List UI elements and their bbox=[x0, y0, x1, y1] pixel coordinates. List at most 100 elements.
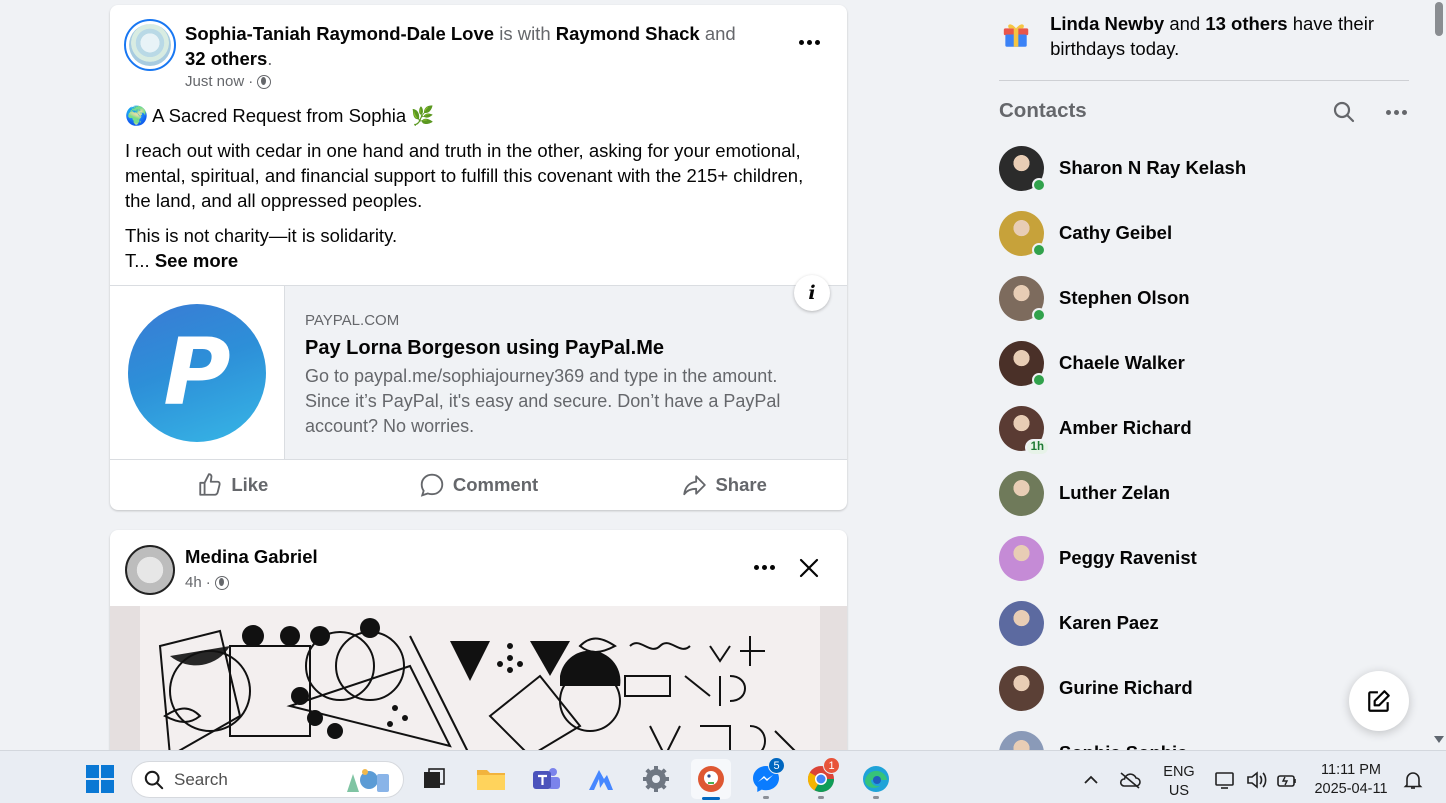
author-name[interactable]: Medina Gabriel bbox=[185, 546, 318, 568]
like-label: Like bbox=[231, 474, 269, 495]
avatar bbox=[999, 600, 1044, 646]
post-options-button[interactable] bbox=[746, 549, 782, 585]
post-image[interactable] bbox=[110, 606, 847, 760]
birthday-and: and bbox=[1169, 13, 1201, 34]
post-author-line: Sophia-Taniah Raymond-Dale Love is with … bbox=[185, 21, 745, 71]
show-hidden-icons-button[interactable] bbox=[1080, 770, 1102, 790]
network-button[interactable] bbox=[1214, 770, 1236, 790]
birthday-notice[interactable]: Linda Newby and 13 others have their bir… bbox=[1000, 10, 1400, 61]
share-button[interactable]: Share bbox=[601, 460, 847, 510]
scroll-down-arrow-icon[interactable] bbox=[1434, 736, 1444, 743]
post-time[interactable]: Just now bbox=[185, 73, 244, 90]
post-truncated-line: T... See more bbox=[125, 248, 830, 273]
teams-icon bbox=[533, 768, 560, 789]
onedrive-button[interactable] bbox=[1119, 770, 1141, 790]
clock[interactable]: 11:11 PM 2025-04-11 bbox=[1308, 761, 1394, 799]
network-icon bbox=[1215, 772, 1234, 789]
avatar bbox=[999, 470, 1044, 516]
chevron-up-icon bbox=[1084, 775, 1098, 784]
contact-item[interactable]: 1h Amber Richard bbox=[999, 400, 1399, 456]
comment-bubble-icon bbox=[420, 473, 444, 497]
language-indicator[interactable]: ENG US bbox=[1160, 763, 1198, 801]
birthday-first-name[interactable]: Linda Newby bbox=[1050, 13, 1164, 34]
avatar: 1h bbox=[999, 405, 1050, 456]
contact-item[interactable]: Cathy Geibel bbox=[999, 205, 1399, 261]
link-preview[interactable]: P PAYPAL.COM Pay Lorna Borgeson using Pa… bbox=[110, 275, 847, 460]
language-code: ENG bbox=[1163, 764, 1195, 780]
speaker-icon bbox=[1247, 771, 1267, 789]
divider bbox=[999, 80, 1409, 81]
thumbs-up-icon bbox=[199, 473, 221, 496]
contact-item[interactable]: Luther Zelan bbox=[999, 465, 1399, 521]
close-post-button[interactable] bbox=[791, 550, 827, 586]
chrome-badge: 1 bbox=[823, 757, 840, 774]
contacts-search-button[interactable] bbox=[1326, 94, 1362, 130]
battery-button[interactable] bbox=[1276, 770, 1298, 790]
post-actions: Like Comment Share bbox=[110, 460, 847, 510]
post-card: Sophia-Taniah Raymond-Dale Love is with … bbox=[110, 5, 847, 510]
windows-taskbar: Search 5 1 ENG US 11:11 PM 2025-04-11 bbox=[0, 750, 1446, 803]
link-preview-text[interactable]: PAYPAL.COM Pay Lorna Borgeson using PayP… bbox=[285, 286, 847, 459]
author-avatar[interactable] bbox=[125, 545, 175, 595]
link-preview-image[interactable]: P bbox=[110, 286, 285, 459]
post-card: Medina Gabriel 4h · bbox=[110, 530, 847, 760]
notifications-button[interactable] bbox=[1402, 770, 1424, 790]
with-text: is with bbox=[499, 23, 551, 44]
contact-item[interactable]: Stephen Olson bbox=[999, 270, 1399, 326]
nordvpn-button[interactable] bbox=[581, 759, 621, 799]
scrollbar-thumb[interactable] bbox=[1435, 2, 1443, 36]
edge-button[interactable] bbox=[856, 759, 896, 799]
messenger-button[interactable]: 5 bbox=[746, 757, 786, 799]
tagged-name[interactable]: Raymond Shack bbox=[556, 23, 700, 44]
contact-item[interactable]: Peggy Ravenist bbox=[999, 530, 1399, 586]
meta-separator: · bbox=[205, 574, 211, 591]
contacts-title: Contacts bbox=[999, 99, 1087, 122]
globe-icon[interactable] bbox=[257, 74, 272, 89]
contacts-options-button[interactable] bbox=[1378, 94, 1414, 130]
birthday-others[interactable]: 13 others bbox=[1205, 13, 1287, 34]
teams-button[interactable] bbox=[526, 759, 566, 799]
region-code: US bbox=[1168, 783, 1190, 799]
author-name[interactable]: Sophia-Taniah Raymond-Dale Love bbox=[185, 23, 494, 44]
compose-icon bbox=[1368, 690, 1390, 712]
settings-button[interactable] bbox=[636, 759, 676, 799]
share-label: Share bbox=[715, 474, 767, 495]
birthday-text: Linda Newby and 13 others have their bir… bbox=[1050, 11, 1400, 61]
paypal-logo: P bbox=[128, 303, 266, 442]
start-button[interactable] bbox=[80, 759, 120, 799]
post-time[interactable]: 4h bbox=[185, 574, 202, 591]
running-indicator bbox=[873, 796, 879, 799]
like-button[interactable]: Like bbox=[110, 460, 356, 510]
chrome-button[interactable]: 1 bbox=[801, 757, 841, 799]
author-avatar[interactable] bbox=[124, 19, 176, 71]
contact-item[interactable]: Chaele Walker bbox=[999, 335, 1399, 391]
tagged-others[interactable]: 32 others bbox=[185, 48, 267, 69]
post-paragraph: This is not charity—it is solidarity. bbox=[125, 225, 398, 246]
avatar bbox=[999, 340, 1046, 387]
task-view-button[interactable] bbox=[414, 759, 454, 799]
comment-button[interactable]: Comment bbox=[356, 460, 602, 510]
contact-name: Sharon N Ray Kelash bbox=[1059, 157, 1247, 178]
page-scrollbar[interactable] bbox=[1431, 0, 1446, 750]
contact-item[interactable]: Sharon N Ray Kelash bbox=[999, 140, 1399, 196]
file-explorer-button[interactable] bbox=[471, 759, 511, 799]
duckduckgo-button[interactable] bbox=[691, 759, 731, 800]
gear-icon bbox=[643, 766, 669, 792]
see-more-link[interactable]: See more bbox=[155, 250, 238, 271]
new-message-button[interactable] bbox=[1349, 671, 1409, 731]
info-icon[interactable]: i bbox=[794, 275, 830, 311]
post-options-button[interactable] bbox=[791, 24, 827, 60]
post-meta: Just now · bbox=[185, 73, 272, 90]
contact-item[interactable]: Karen Paez bbox=[999, 595, 1399, 651]
contact-name: Karen Paez bbox=[1059, 612, 1159, 633]
volume-button[interactable] bbox=[1245, 770, 1267, 790]
taskbar-search[interactable]: Search bbox=[131, 761, 404, 798]
vpn-mountain-icon bbox=[589, 770, 613, 790]
post-meta: 4h · bbox=[185, 574, 229, 591]
avatar bbox=[999, 145, 1046, 192]
link-domain: PAYPAL.COM bbox=[305, 312, 400, 329]
globe-icon[interactable] bbox=[214, 575, 229, 590]
contact-name: Cathy Geibel bbox=[1059, 222, 1173, 243]
online-status-dot bbox=[1032, 372, 1046, 387]
contact-item[interactable]: Gurine Richard bbox=[999, 660, 1399, 716]
